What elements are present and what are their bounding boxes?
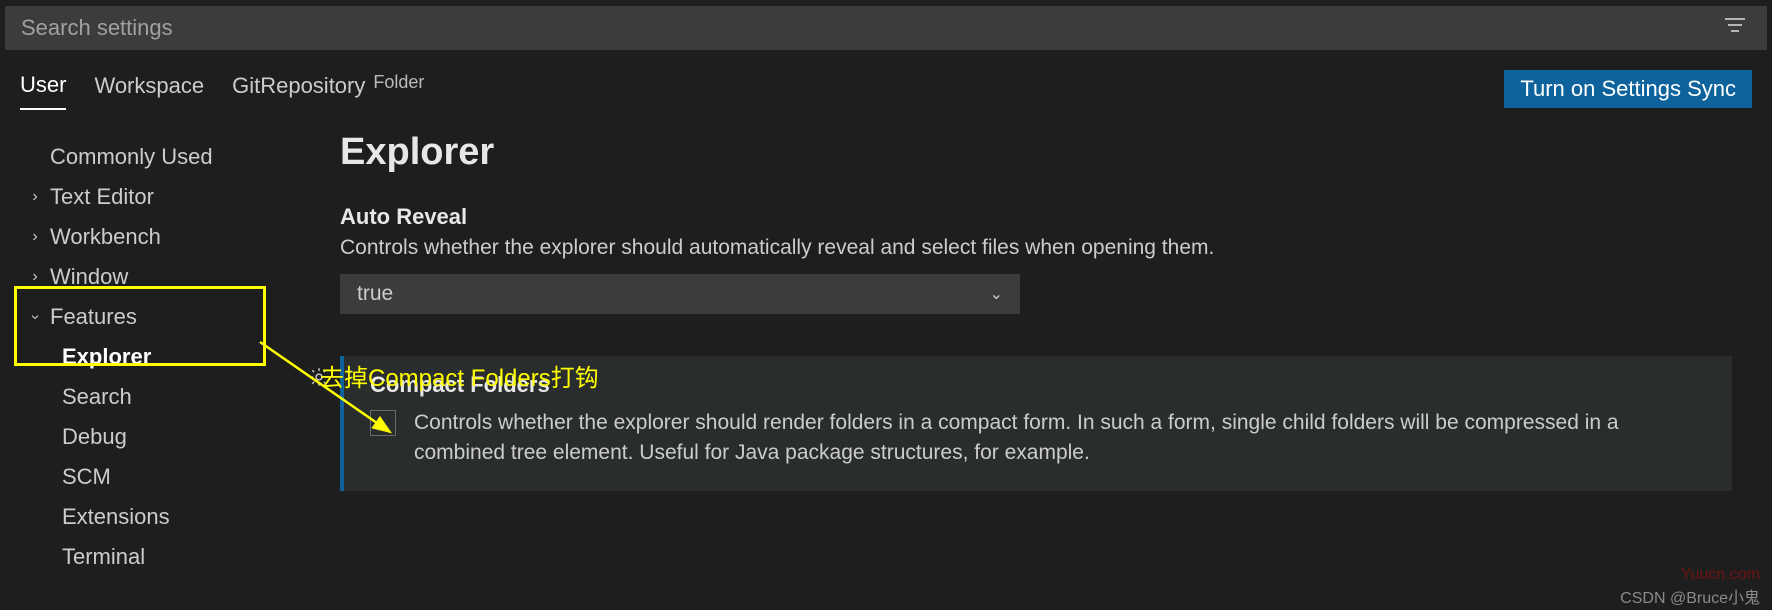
setting-title: Compact Folders [370, 372, 1712, 398]
gear-icon[interactable] [308, 366, 330, 394]
settings-tree: ›Commonly Used ›Text Editor ›Workbench ›… [0, 131, 300, 601]
tree-commonly-used[interactable]: ›Commonly Used [26, 141, 300, 173]
tree-window[interactable]: › Window [26, 261, 300, 293]
setting-title: Auto Reveal [340, 204, 1742, 230]
tree-label: Debug [62, 424, 127, 450]
setting-description: Controls whether the explorer should ren… [414, 408, 1712, 469]
tab-user[interactable]: User [20, 72, 66, 110]
chevron-right-icon: › [26, 188, 44, 206]
tree-explorer[interactable]: Explorer [26, 341, 300, 373]
tree-workbench[interactable]: › Workbench [26, 221, 300, 253]
section-heading: Explorer [340, 131, 1742, 174]
tree-label: Features [50, 304, 137, 330]
chevron-right-icon: › [26, 268, 44, 286]
select-value: true [357, 282, 393, 306]
setting-compact-folders: Compact Folders Controls whether the exp… [340, 356, 1732, 491]
tree-text-editor[interactable]: › Text Editor [26, 181, 300, 213]
tree-debug[interactable]: Debug [26, 421, 300, 453]
setting-auto-reveal: Auto Reveal Controls whether the explore… [340, 204, 1742, 314]
settings-content: Explorer Auto Reveal Controls whether th… [300, 131, 1772, 601]
auto-reveal-select[interactable]: true ⌄ [340, 274, 1020, 314]
settings-body: ›Commonly Used ›Text Editor ›Workbench ›… [0, 131, 1772, 601]
tree-scm[interactable]: SCM [26, 461, 300, 493]
tab-repository-sub: Folder [373, 70, 424, 93]
tree-label: Window [50, 264, 128, 290]
tree-label: Extensions [62, 504, 170, 530]
settings-sync-button[interactable]: Turn on Settings Sync [1504, 70, 1752, 108]
chevron-right-icon: › [26, 228, 44, 246]
chevron-down-icon: ⌄ [990, 284, 1003, 304]
tree-label: Terminal [62, 544, 145, 570]
tree-extensions[interactable]: Extensions [26, 501, 300, 533]
scope-tabs: User Workspace GitRepository Folder Turn… [0, 50, 1772, 113]
tree-label: Search [62, 384, 132, 410]
tree-features[interactable]: › Features [26, 301, 300, 333]
tree-label: SCM [62, 464, 111, 490]
filter-icon[interactable] [1719, 11, 1751, 45]
tree-label: Workbench [50, 224, 161, 250]
chevron-down-icon: › [26, 308, 44, 326]
tree-label: Explorer [62, 344, 151, 370]
tree-terminal[interactable]: Terminal [26, 541, 300, 573]
search-input[interactable] [21, 15, 1719, 41]
tree-label: Commonly Used [50, 144, 213, 170]
search-bar [5, 6, 1767, 50]
tree-label: Text Editor [50, 184, 154, 210]
setting-description: Controls whether the explorer should aut… [340, 236, 1742, 260]
tree-search[interactable]: Search [26, 381, 300, 413]
compact-folders-checkbox[interactable] [370, 410, 396, 436]
tab-repository[interactable]: GitRepository [232, 73, 365, 109]
tab-workspace[interactable]: Workspace [94, 73, 204, 109]
